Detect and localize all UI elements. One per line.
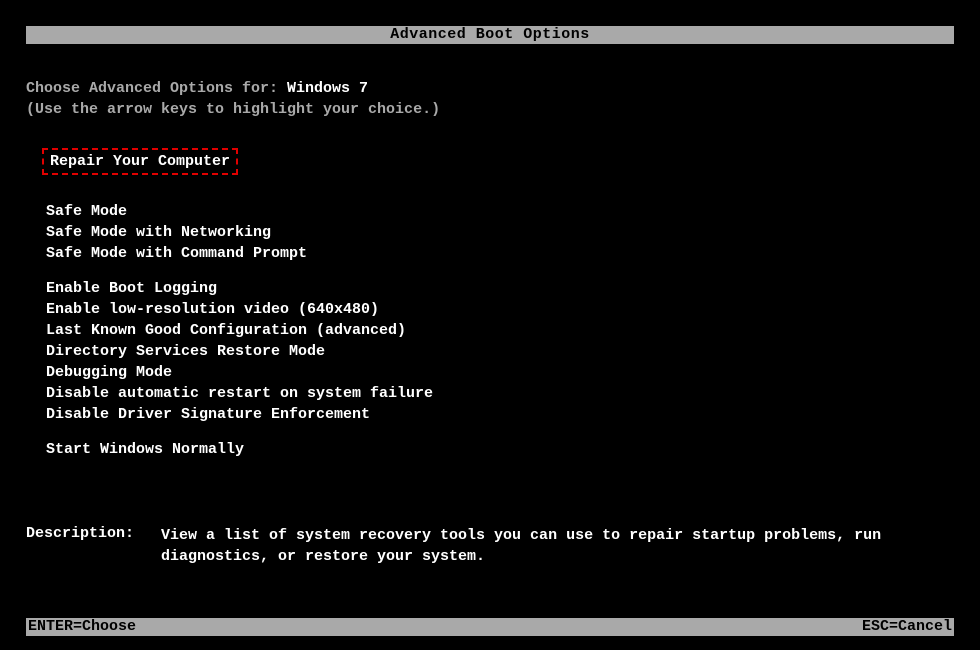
menu-group-advanced: Enable Boot Logging Enable low-resolutio… — [26, 280, 954, 423]
menu-item-safe-mode-command-prompt[interactable]: Safe Mode with Command Prompt — [46, 245, 954, 262]
content-area: Choose Advanced Options for: Windows 7 (… — [26, 80, 954, 476]
prompt-line: Choose Advanced Options for: Windows 7 — [26, 80, 954, 97]
footer-esc-hint: ESC=Cancel — [862, 618, 952, 636]
menu-item-last-known-good-config[interactable]: Last Known Good Configuration (advanced) — [46, 322, 954, 339]
os-name: Windows 7 — [287, 80, 368, 97]
footer-enter-hint: ENTER=Choose — [28, 618, 136, 636]
menu-item-debugging-mode[interactable]: Debugging Mode — [46, 364, 954, 381]
footer-bar: ENTER=Choose ESC=Cancel — [26, 618, 954, 636]
menu-item-safe-mode[interactable]: Safe Mode — [46, 203, 954, 220]
menu-item-low-resolution-video[interactable]: Enable low-resolution video (640x480) — [46, 301, 954, 318]
menu-item-disable-auto-restart[interactable]: Disable automatic restart on system fail… — [46, 385, 954, 402]
menu-group-safe-mode: Safe Mode Safe Mode with Networking Safe… — [26, 203, 954, 262]
menu-group-start: Start Windows Normally — [26, 441, 954, 458]
description-label: Description: — [26, 525, 161, 567]
prompt-label: Choose Advanced Options for: — [26, 80, 287, 97]
menu-item-enable-boot-logging[interactable]: Enable Boot Logging — [46, 280, 954, 297]
menu-item-directory-services-restore[interactable]: Directory Services Restore Mode — [46, 343, 954, 360]
description-block: Description: View a list of system recov… — [26, 525, 954, 567]
hint-line: (Use the arrow keys to highlight your ch… — [26, 101, 954, 118]
menu-item-disable-driver-signature[interactable]: Disable Driver Signature Enforcement — [46, 406, 954, 423]
menu-item-safe-mode-networking[interactable]: Safe Mode with Networking — [46, 224, 954, 241]
title-bar: Advanced Boot Options — [26, 26, 954, 44]
menu-item-start-windows-normally[interactable]: Start Windows Normally — [46, 441, 954, 458]
menu-item-repair-your-computer[interactable]: Repair Your Computer — [42, 148, 238, 175]
description-text: View a list of system recovery tools you… — [161, 525, 954, 567]
